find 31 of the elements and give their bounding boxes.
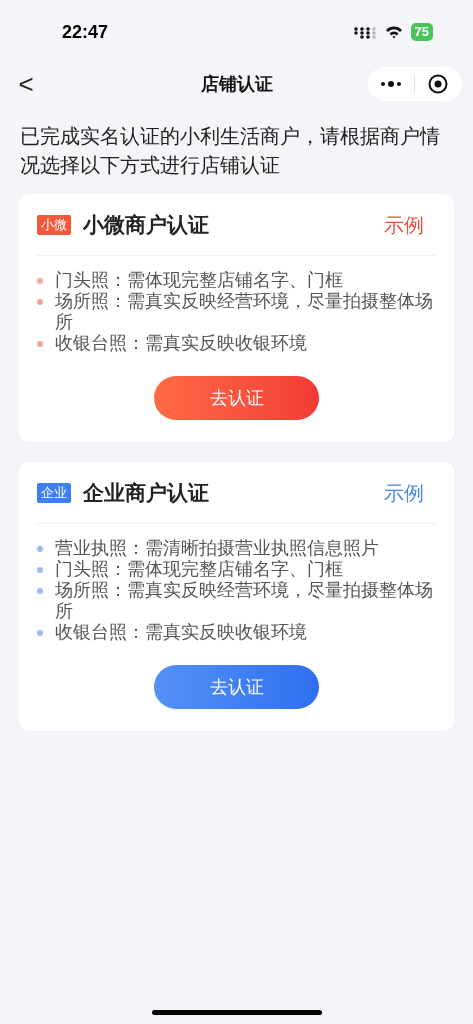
bullet-icon: [37, 278, 43, 284]
page-title: 店铺认证: [200, 72, 273, 96]
verify-button[interactable]: 去认证: [154, 665, 319, 709]
bullet-icon: [37, 341, 43, 347]
requirement-text: 场所照：需真实反映经营环境，尽量拍摄整体场所: [55, 580, 434, 622]
requirement-text: 门头照：需体现完整店铺名字、门框: [55, 270, 343, 291]
intro-text: 已完成实名认证的小利生活商户，请根据商户情况选择以下方式进行店铺认证: [19, 124, 441, 178]
example-link[interactable]: 示例: [384, 209, 424, 240]
bullet-icon: [37, 299, 43, 305]
requirement-text: 营业执照：需清晰拍摄营业执照信息照片: [55, 538, 379, 559]
status-time: 22:47: [62, 20, 109, 44]
example-link[interactable]: 示例: [384, 477, 424, 508]
bullet-icon: [37, 588, 43, 594]
card-title: 企业商户认证: [83, 479, 209, 506]
type-badge: 小微: [37, 214, 71, 235]
type-badge: 企业: [37, 482, 71, 503]
more-icon[interactable]: [379, 80, 403, 88]
card-title: 小微商户认证: [83, 211, 209, 238]
requirement-text: 门头照：需体现完整店铺名字、门框: [55, 559, 343, 580]
close-icon[interactable]: [428, 74, 448, 94]
wifi-icon: [384, 25, 403, 39]
signal-icon: [352, 25, 377, 39]
battery-indicator: 75: [410, 23, 433, 41]
verify-button[interactable]: 去认证: [154, 376, 319, 420]
bullet-icon: [37, 567, 43, 573]
requirement-text: 收银台照：需真实反映收银环境: [55, 622, 307, 643]
requirement-text: 场所照：需真实反映经营环境，尽量拍摄整体场所: [55, 291, 434, 333]
back-button[interactable]: <: [16, 71, 36, 97]
bullet-icon: [37, 630, 43, 636]
bullet-icon: [37, 546, 43, 552]
requirement-text: 收银台照：需真实反映收银环境: [55, 333, 307, 354]
